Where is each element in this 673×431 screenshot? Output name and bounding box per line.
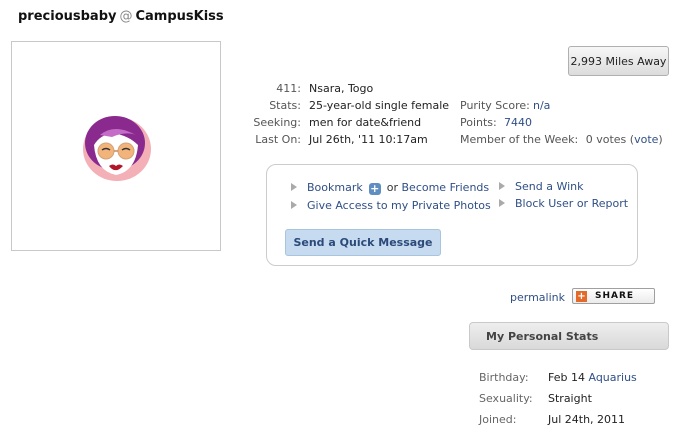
birthday-date: Feb 14: [548, 371, 585, 384]
action-panel: Bookmark + or Become Friends Give Access t…: [266, 164, 638, 266]
label-points: Points:: [460, 116, 497, 129]
value-last-on: Jul 26th, '11 10:17am: [309, 133, 428, 146]
label-purity-score: Purity Score:: [460, 99, 530, 112]
share-button[interactable]: + SHARE: [572, 288, 655, 304]
arrow-right-icon: [291, 201, 297, 209]
profile-photo-frame[interactable]: [11, 41, 221, 251]
value-seeking: men for date&friend: [309, 116, 422, 129]
send-wink-link[interactable]: Send a Wink: [515, 180, 583, 193]
personal-stats-header: My Personal Stats: [469, 322, 669, 350]
site-name: CampusKiss: [135, 9, 224, 24]
joined-value: Jul 24th, 2011: [548, 413, 626, 426]
block-user-link[interactable]: Block User or Report: [515, 197, 628, 210]
avatar-cartoon-icon: [83, 116, 151, 181]
share-label: SHARE: [595, 291, 635, 301]
send-wink-row: Send a Wink: [499, 180, 583, 193]
member-of-week-votes: 0 votes: [585, 133, 627, 146]
distance-button[interactable]: 2,993 Miles Away: [568, 46, 669, 76]
birthday-value: Feb 14 Aquarius: [548, 371, 637, 384]
zodiac-link[interactable]: Aquarius: [588, 371, 636, 384]
username: preciousbaby: [18, 9, 117, 24]
arrow-right-icon: [291, 183, 297, 191]
at-sign: @: [119, 9, 133, 24]
vote-close-paren: ): [658, 133, 663, 146]
private-photos-link[interactable]: Give Access to my Private Photos: [307, 199, 491, 212]
permalink-link[interactable]: permalink: [510, 291, 565, 304]
plus-icon[interactable]: +: [368, 183, 381, 195]
arrow-right-icon: [499, 182, 505, 190]
page-title: preciousbaby @ CampusKiss: [18, 9, 224, 24]
label-seeking: Seeking:: [253, 116, 301, 129]
share-plus-icon: +: [576, 290, 587, 302]
member-of-week-label: Member of the Week:: [460, 133, 579, 146]
sexuality-value: Straight: [548, 392, 592, 405]
block-user-row: Block User or Report: [499, 197, 628, 210]
label-411: 411:: [276, 82, 301, 95]
label-joined: Joined:: [479, 413, 517, 426]
label-birthday: Birthday:: [479, 371, 529, 384]
purity-score-link[interactable]: n/a: [533, 99, 550, 112]
label-member-of-week: Member of the Week: 0 votes (vote): [460, 133, 663, 146]
bookmark-link[interactable]: Bookmark: [307, 181, 363, 194]
vote-link[interactable]: vote: [634, 133, 658, 146]
value-stats: 25-year-old single female: [309, 99, 450, 112]
arrow-right-icon: [499, 199, 505, 207]
bookmark-row: Bookmark + or Become Friends: [291, 181, 489, 195]
points-link[interactable]: 7440: [504, 116, 532, 129]
value-411: Nsara, Togo: [309, 82, 374, 95]
or-text: or: [386, 181, 398, 194]
become-friends-link[interactable]: Become Friends: [402, 181, 490, 194]
send-quick-message-button[interactable]: Send a Quick Message: [285, 229, 441, 256]
label-sexuality: Sexuality:: [479, 392, 533, 405]
private-photos-row: Give Access to my Private Photos: [291, 199, 491, 212]
label-stats: Stats:: [269, 99, 301, 112]
label-last-on: Last On:: [255, 133, 301, 146]
